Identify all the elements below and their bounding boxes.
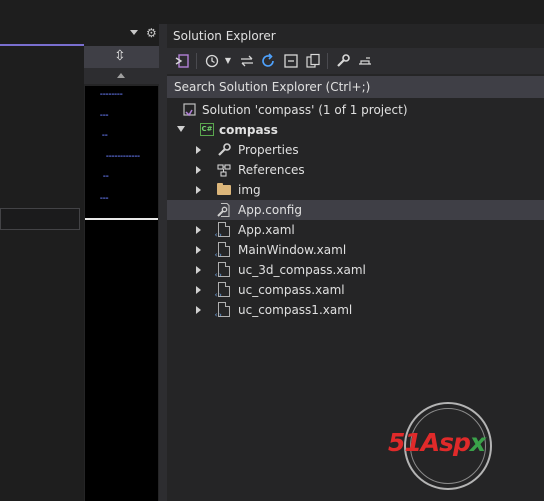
chevron-right-icon[interactable] xyxy=(196,286,201,294)
preview-selected-items-icon[interactable] xyxy=(356,53,374,69)
minimap-line: ▬▬▬▬▬▬▬▬ xyxy=(100,92,123,96)
sync-with-active-document-icon[interactable] xyxy=(238,53,256,69)
chevron-right-icon[interactable] xyxy=(196,186,201,194)
csharp-project-icon: C# xyxy=(200,123,214,136)
tree-item-properties[interactable]: Properties xyxy=(167,140,544,160)
panel-title: Solution Explorer xyxy=(173,29,276,43)
xaml-tag-icon: ‹› xyxy=(214,251,223,259)
references-icon xyxy=(216,162,232,178)
minimap-lower xyxy=(85,220,158,501)
minimap-line: ▬▬ xyxy=(103,174,109,178)
tree-item-app-xaml[interactable]: ‹› App.xaml xyxy=(167,220,544,240)
switch-views-icon[interactable] xyxy=(173,53,191,69)
tree-item-label: uc_compass1.xaml xyxy=(238,303,353,317)
xaml-tag-icon: ‹› xyxy=(214,291,223,299)
folder-icon xyxy=(217,183,231,195)
toolbar-separator xyxy=(327,53,328,69)
gear-icon[interactable]: ⚙ xyxy=(146,27,157,39)
dropdown-arrow-icon[interactable] xyxy=(130,30,138,35)
xaml-tag-icon: ‹› xyxy=(214,311,223,319)
chevron-up-icon xyxy=(117,73,125,78)
tree-item-label: App.config xyxy=(238,203,302,217)
tree-item-label: compass xyxy=(219,123,278,137)
tree-item-app-config[interactable]: App.config xyxy=(167,200,544,220)
chevron-right-icon[interactable] xyxy=(196,306,201,314)
panel-splitter[interactable] xyxy=(159,24,167,501)
tree-item-references[interactable]: References xyxy=(167,160,544,180)
xaml-tag-icon: ‹› xyxy=(214,231,223,239)
chevron-down-icon[interactable] xyxy=(177,126,185,132)
xaml-tag-icon: ‹› xyxy=(214,271,223,279)
chevron-right-icon[interactable] xyxy=(196,266,201,274)
tree-item-label: uc_compass.xaml xyxy=(238,283,345,297)
tree-item-label: MainWindow.xaml xyxy=(238,243,347,257)
tree-item-uc-compass1-xaml[interactable]: ‹› uc_compass1.xaml xyxy=(167,300,544,320)
tree-item-label: References xyxy=(238,163,305,177)
tree-item-label: img xyxy=(238,183,261,197)
tree-item-label: App.xaml xyxy=(238,223,295,237)
editor-area xyxy=(0,0,84,501)
chevron-right-icon[interactable] xyxy=(196,146,201,154)
toolbar-separator xyxy=(196,53,197,69)
tree-item-solution[interactable]: Solution 'compass' (1 of 1 project) xyxy=(167,100,544,120)
chevron-right-icon[interactable] xyxy=(196,226,201,234)
config-file-icon xyxy=(216,202,232,218)
split-icon[interactable]: ⇳ xyxy=(114,48,126,64)
pending-changes-filter-icon[interactable] xyxy=(203,53,221,69)
tree-item-img[interactable]: img xyxy=(167,180,544,200)
chevron-right-icon[interactable] xyxy=(196,166,201,174)
wrench-icon xyxy=(216,142,232,158)
minimap-line: ▬▬ xyxy=(102,133,108,137)
editor-tab-bar xyxy=(0,24,166,46)
tree-item-label: Properties xyxy=(238,143,299,157)
minimap-line: ▬▬▬ xyxy=(100,113,109,117)
tree-item-uc-3d-compass-xaml[interactable]: ‹› uc_3d_compass.xaml xyxy=(167,260,544,280)
chevron-right-icon[interactable] xyxy=(196,246,201,254)
active-tab-indicator xyxy=(0,44,84,46)
watermark-logo: 51Aspx xyxy=(388,428,486,457)
tree-item-mainwindow-xaml[interactable]: ‹› MainWindow.xaml xyxy=(167,240,544,260)
collapse-all-icon[interactable] xyxy=(282,53,300,69)
tree-item-project[interactable]: C# compass xyxy=(167,120,544,140)
minimap-line: ▬▬▬ xyxy=(100,196,109,200)
code-minimap[interactable]: ▬▬▬▬▬▬▬▬ ▬▬▬ ▬▬ ▬▬▬▬▬▬▬▬▬▬▬▬ ▬▬ ▬▬▬ xyxy=(85,86,158,218)
tree-item-label: Solution 'compass' (1 of 1 project) xyxy=(202,103,408,117)
tree-item-label: uc_3d_compass.xaml xyxy=(238,263,366,277)
chevron-down-icon[interactable]: ▼ xyxy=(223,53,233,69)
show-all-files-icon[interactable] xyxy=(304,53,322,69)
search-placeholder: Search Solution Explorer (Ctrl+;) xyxy=(174,80,371,94)
tree-item-uc-compass-xaml[interactable]: ‹› uc_compass.xaml xyxy=(167,280,544,300)
minimap-line: ▬▬▬▬▬▬▬▬▬▬▬▬ xyxy=(106,154,141,158)
refresh-icon[interactable] xyxy=(259,53,277,69)
editor-input-field[interactable] xyxy=(0,208,80,230)
solution-icon xyxy=(181,102,197,118)
properties-wrench-icon[interactable] xyxy=(334,53,352,69)
